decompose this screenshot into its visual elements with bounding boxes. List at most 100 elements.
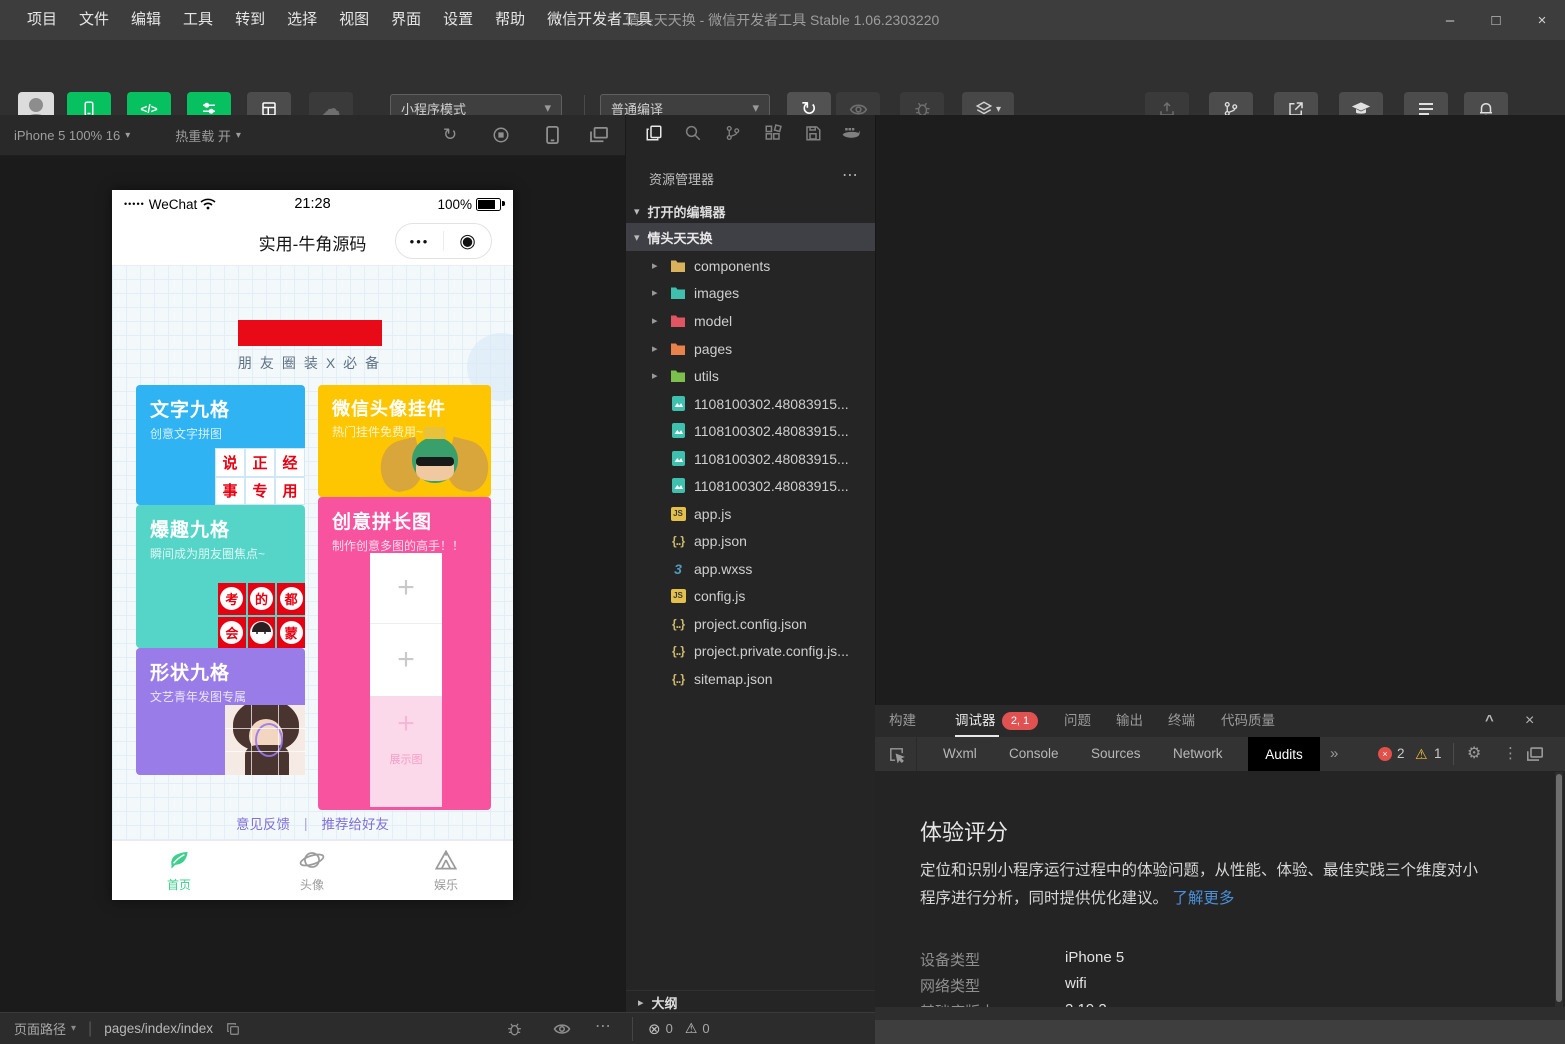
tree-item-file[interactable]: {..} sitemap.json [626, 665, 876, 692]
card-fun-grid[interactable]: 爆趣九格 瞬间成为朋友圈焦点~ 考 的 都 会 蒙 [136, 505, 305, 648]
devtools-tab-wxml[interactable]: Wxml [943, 737, 977, 771]
section-project-root[interactable]: ▾ 情头天天换 [626, 223, 876, 251]
card-text-grid[interactable]: 文字九格 创意文字拼图 说正经 事专用 [136, 385, 305, 505]
panel-collapse-button[interactable]: ^ [1485, 705, 1494, 737]
tab-build[interactable]: 构建 [889, 705, 916, 737]
horizontal-scrollbar-track[interactable] [875, 1020, 1565, 1044]
device-frame-button[interactable] [540, 123, 564, 147]
tab-avatar[interactable]: 头像 [272, 847, 352, 893]
inspect-element-button[interactable] [883, 742, 909, 766]
tree-item-folder[interactable]: ▸ images [626, 279, 876, 306]
search-view-button[interactable] [678, 118, 708, 148]
tree-item-file[interactable]: 3 app.wxss [626, 555, 876, 582]
scrollbar-thumb[interactable] [1556, 774, 1562, 1002]
horizontal-scrollbar[interactable] [875, 1007, 1565, 1020]
exit-miniprogram-button[interactable]: ◉ [444, 230, 491, 253]
js-file-icon: JS [670, 589, 686, 603]
panel-close-button[interactable]: × [1525, 705, 1534, 737]
menu-item-interface[interactable]: 界面 [380, 0, 432, 40]
list-icon [1418, 102, 1434, 116]
devtools-settings-icon[interactable]: ⚙ [1467, 737, 1481, 771]
shape-photo-preview [225, 705, 305, 775]
restart-button[interactable]: ↻ [438, 123, 462, 147]
copy-path-button[interactable] [223, 1019, 243, 1039]
tree-item-file[interactable]: JS app.js [626, 500, 876, 527]
more-menu-button[interactable]: ••• [396, 234, 443, 249]
menu-item-view[interactable]: 视图 [328, 0, 380, 40]
devtools-tab-sources[interactable]: Sources [1091, 737, 1141, 771]
close-button[interactable]: × [1519, 0, 1565, 40]
tree-closed-icon: ▸ [638, 996, 644, 1009]
tab-problems[interactable]: 问题 [1064, 705, 1091, 737]
section-outline[interactable]: ▸ 大纲 [626, 990, 876, 1012]
audits-panel: 体验评分 定位和识别小程序运行过程中的体验问题，从性能、体验、最佳实践三个维度对… [875, 771, 1565, 1007]
extensions-view-button[interactable] [758, 118, 788, 148]
editor-area[interactable] [875, 115, 1565, 705]
tab-home[interactable]: 首页 [139, 847, 219, 893]
pipe-divider: | [88, 1020, 92, 1038]
devtools-tab-network[interactable]: Network [1173, 737, 1223, 771]
section-label: 打开的编辑器 [648, 202, 726, 221]
tree-item-file[interactable]: {..} project.config.json [626, 610, 876, 637]
card-long-image[interactable]: 创意拼长图 制作创意多图的高手！！ + + + 展示图 [318, 497, 491, 810]
learn-more-link[interactable]: 了解更多 [1172, 890, 1234, 907]
tree-item-folder[interactable]: ▸ components [626, 252, 876, 279]
menu-item-settings[interactable]: 设置 [432, 0, 484, 40]
tab-entertainment[interactable]: 娱乐 [406, 847, 486, 893]
debug-toggle-button[interactable] [502, 1018, 526, 1040]
hot-reload-toggle[interactable]: 热重载 开 ▾ [175, 126, 241, 145]
tree-item-file[interactable]: 1108100302.48083915... [626, 390, 876, 417]
feedback-link[interactable]: 意见反馈 [236, 813, 290, 833]
tab-code-quality[interactable]: 代码质量 [1221, 705, 1275, 737]
battery-percent: 100% [437, 197, 472, 212]
battery-icon [476, 198, 501, 211]
tree-item-folder[interactable]: ▸ utils [626, 362, 876, 389]
card-shape-grid[interactable]: 形状九格 文艺青年发图专属 [136, 648, 305, 775]
strip-placeholder-label: 展示图 [370, 751, 442, 767]
statusbar-more-icon[interactable]: ⋯ [595, 1016, 611, 1036]
minimize-button[interactable]: – [1427, 0, 1473, 40]
main-toolbar: 模拟器 </> 编辑器 调试器 可视化 ☁ 云开发 小程序模式 ▾ 普通编译 ▾… [0, 40, 1565, 117]
source-control-view-button[interactable] [718, 118, 748, 148]
card-avatar-pendant[interactable]: 微信头像挂件 热门挂件免费用~ [318, 385, 491, 497]
storage-view-button[interactable] [798, 118, 828, 148]
visibility-button[interactable] [550, 1018, 574, 1040]
device-selector[interactable]: iPhone 5 100% 16 ▾ [14, 128, 130, 143]
devtools-kebab-icon[interactable]: ⋮ [1503, 737, 1518, 771]
phone-icon [545, 126, 560, 144]
menu-item-tools[interactable]: 工具 [172, 0, 224, 40]
undock-button[interactable] [1523, 743, 1547, 765]
page-path-label[interactable]: 页面路径 [14, 1019, 66, 1038]
banner-image[interactable] [238, 320, 382, 346]
menu-item-file[interactable]: 文件 [68, 0, 120, 40]
menu-item-select[interactable]: 选择 [276, 0, 328, 40]
tab-terminal[interactable]: 终端 [1168, 705, 1195, 737]
stop-icon [492, 126, 510, 144]
tab-debugger[interactable]: 调试器 [955, 705, 996, 737]
stop-button[interactable] [489, 123, 513, 147]
devtools-tab-console[interactable]: Console [1009, 737, 1059, 771]
menu-item-edit[interactable]: 编辑 [120, 0, 172, 40]
vertical-scrollbar[interactable] [1555, 772, 1563, 1007]
tree-item-folder[interactable]: ▸ pages [626, 335, 876, 362]
more-icon[interactable]: ⋯ [842, 165, 858, 185]
menu-item-project[interactable]: 项目 [16, 0, 68, 40]
menu-item-help[interactable]: 帮助 [484, 0, 536, 40]
tree-item-file[interactable]: 1108100302.48083915... [626, 445, 876, 472]
recommend-link[interactable]: 推荐给好友 [322, 813, 390, 833]
tree-item-folder[interactable]: ▸ model [626, 307, 876, 334]
more-tabs-chevron[interactable]: » [1330, 737, 1338, 771]
multi-window-button[interactable] [587, 123, 611, 147]
maximize-button[interactable]: □ [1473, 0, 1519, 40]
tree-item-file[interactable]: 1108100302.48083915... [626, 417, 876, 444]
tree-item-file[interactable]: 1108100302.48083915... [626, 472, 876, 499]
tree-item-file[interactable]: JS config.js [626, 582, 876, 609]
menu-item-goto[interactable]: 转到 [224, 0, 276, 40]
files-view-button[interactable] [639, 118, 669, 148]
whale-view-button[interactable] [836, 118, 866, 148]
tree-item-file[interactable]: {..} project.private.config.js... [626, 637, 876, 664]
tab-output[interactable]: 输出 [1116, 705, 1143, 737]
devtools-tab-audits[interactable]: Audits [1248, 737, 1320, 771]
section-open-editors[interactable]: ▾ 打开的编辑器 [626, 199, 876, 223]
tree-item-file[interactable]: {..} app.json [626, 527, 876, 554]
